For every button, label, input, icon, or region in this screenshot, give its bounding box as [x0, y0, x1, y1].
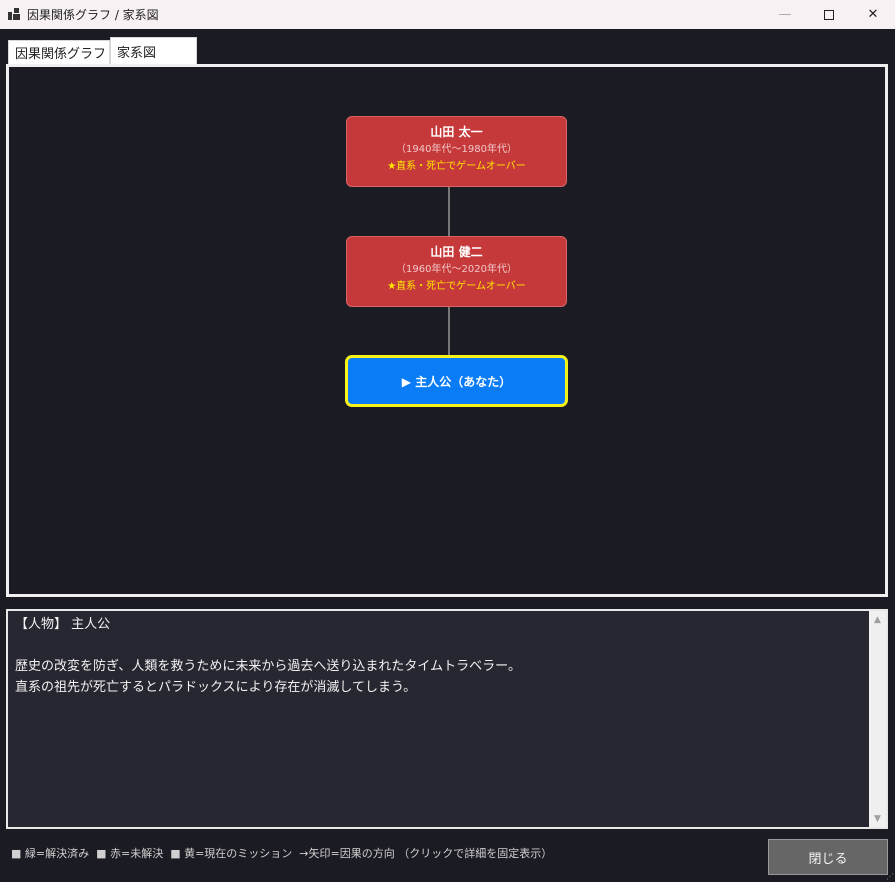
vertical-scrollbar[interactable]: ▲ ▼ — [869, 611, 886, 827]
family-node-kenji[interactable]: 山田 健二 （1960年代～2020年代） ★直系・死亡でゲームオーバー — [346, 236, 567, 307]
tree-connector — [448, 306, 450, 355]
close-icon: ✕ — [867, 7, 879, 22]
tree-connector — [448, 186, 450, 236]
minimize-icon: — — [778, 7, 792, 22]
family-node-player[interactable]: ▶ 主人公（あなた） — [345, 355, 568, 407]
maximize-button[interactable] — [806, 0, 852, 29]
family-node-taichi[interactable]: 山田 太一 （1940年代～1980年代） ★直系・死亡でゲームオーバー — [346, 116, 567, 187]
close-button-label: 閉じる — [808, 851, 848, 867]
family-tree-panel: 山田 太一 （1940年代～1980年代） ★直系・死亡でゲームオーバー 山田 … — [6, 64, 888, 597]
description-line: 歴史の改変を防ぎ、人類を救うために未来から過去へ送り込まれたタイムトラベラー。 — [15, 659, 521, 674]
scroll-up-icon[interactable]: ▲ — [869, 611, 886, 628]
tab-family-tree[interactable]: 家系図 — [110, 37, 197, 65]
node-years: （1940年代～1980年代） — [396, 144, 517, 155]
legend-text: ■ 緑=解決済み ■ 赤=未解決 ■ 黄=現在のミッション →矢印=因果の方向 … — [11, 847, 553, 860]
close-window-button[interactable]: ✕ — [850, 0, 895, 29]
node-warning: ★直系・死亡でゲームオーバー — [387, 281, 526, 292]
player-label: ▶ 主人公（あなた） — [401, 374, 512, 389]
scroll-down-icon[interactable]: ▼ — [869, 810, 886, 827]
close-button[interactable]: 閉じる — [768, 839, 888, 875]
description-content: 【人物】 主人公 歴史の改変を防ぎ、人類を救うために未来から過去へ送り込まれたタ… — [15, 614, 521, 698]
tab-causal-graph[interactable]: 因果関係グラフ — [8, 40, 110, 64]
node-warning: ★直系・死亡でゲームオーバー — [387, 161, 526, 172]
app-icon — [8, 8, 20, 20]
node-name: 山田 太一 — [430, 125, 483, 139]
description-line: 直系の祖先が死亡するとパラドックスにより存在が消滅してしまう。 — [15, 680, 417, 695]
node-name: 山田 健二 — [430, 245, 483, 259]
description-textbox[interactable]: 【人物】 主人公 歴史の改変を防ぎ、人類を救うために未来から過去へ送り込まれたタ… — [6, 609, 888, 829]
window-title: 因果関係グラフ / 家系図 — [27, 8, 159, 22]
node-years: （1960年代～2020年代） — [396, 264, 517, 275]
description-heading: 【人物】 主人公 — [15, 617, 111, 632]
tab-label: 家系図 — [117, 46, 157, 61]
resize-grip-icon[interactable]: ⋰ — [886, 872, 894, 881]
title-bar: 因果関係グラフ / 家系図 — ✕ — [0, 0, 895, 29]
maximize-icon — [824, 9, 834, 20]
minimize-button[interactable]: — — [762, 0, 808, 29]
tab-label: 因果関係グラフ — [15, 47, 107, 62]
